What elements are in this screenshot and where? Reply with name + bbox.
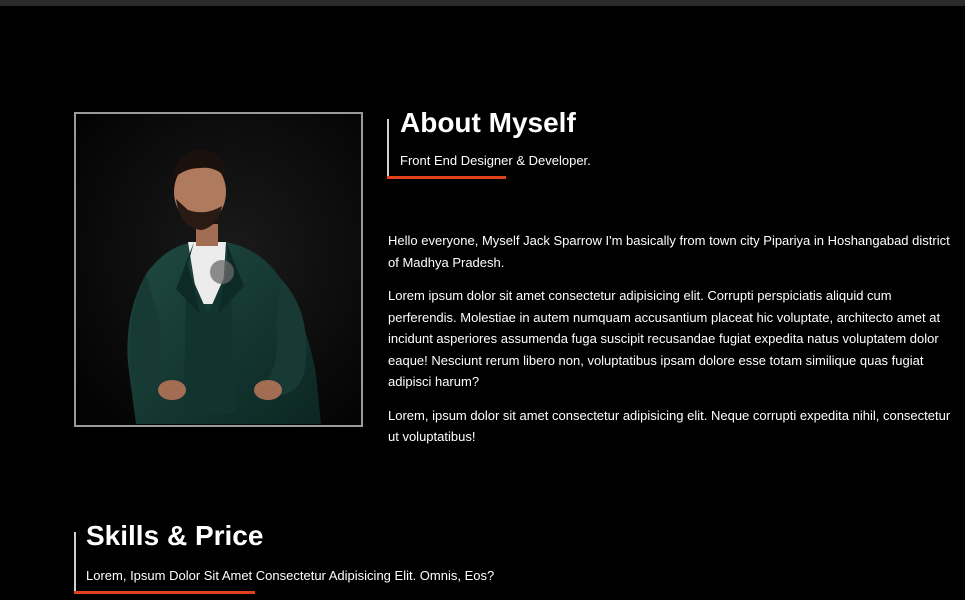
heading-left-bar xyxy=(387,119,389,179)
heading-underline xyxy=(387,176,506,179)
about-text: Hello everyone, Myself Jack Sparrow I'm … xyxy=(388,230,965,460)
skills-heading: Skills & Price Lorem, Ipsum Dolor Sit Am… xyxy=(74,520,495,594)
top-edge-strip xyxy=(0,0,965,6)
profile-photo xyxy=(74,112,363,427)
about-paragraph: Lorem ipsum dolor sit amet consectetur a… xyxy=(388,288,941,389)
portrait-illustration xyxy=(76,114,361,425)
about-heading: About Myself Front End Designer & Develo… xyxy=(387,107,627,179)
heading-left-bar xyxy=(74,532,76,592)
about-paragraph: Lorem, ipsum dolor sit amet consectetur … xyxy=(388,407,951,445)
heading-underline xyxy=(74,591,255,594)
about-paragraph: Hello everyone, Myself Jack Sparrow I'm … xyxy=(388,233,950,270)
about-title: About Myself xyxy=(400,107,576,138)
skills-subtitle: Lorem, Ipsum Dolor Sit Amet Consectetur … xyxy=(86,568,495,583)
skills-title: Skills & Price xyxy=(86,520,264,551)
about-subtitle: Front End Designer & Developer. xyxy=(400,153,591,168)
